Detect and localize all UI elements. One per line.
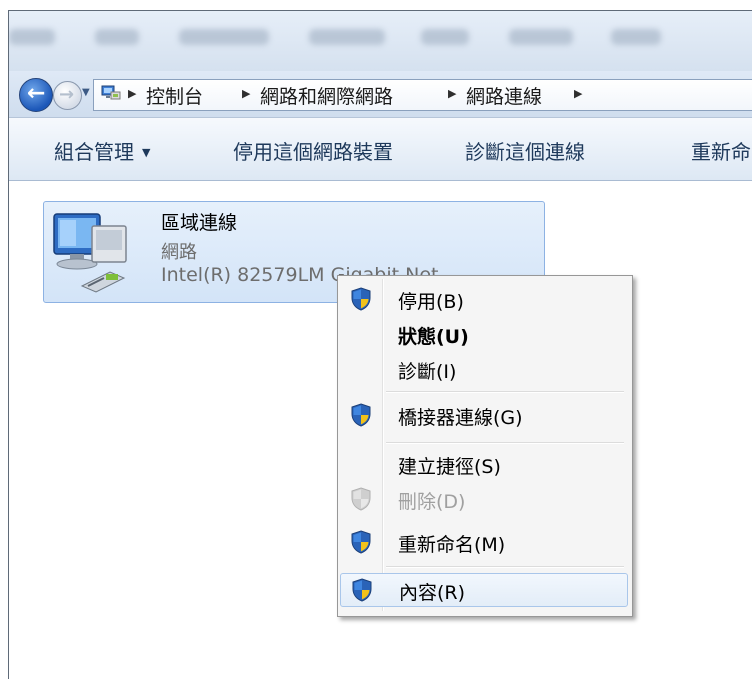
organize-button[interactable]: 組合管理 ▼ <box>54 136 150 165</box>
menu-item-bridge-connections[interactable]: 橋接器連線(G) <box>340 399 628 431</box>
menu-item-label: 刪除(D) <box>398 491 466 513</box>
forward-arrow-icon: → <box>59 84 75 105</box>
menu-item-label: 停用(B) <box>398 291 464 313</box>
diagnose-button[interactable]: 診斷這個連線 <box>465 136 585 165</box>
breadcrumb-separator-icon[interactable]: ▶ <box>242 87 250 100</box>
forward-button[interactable]: → <box>53 81 82 110</box>
menu-separator <box>386 442 624 444</box>
network-adapter-icon <box>53 213 127 293</box>
breadcrumb-network-connections[interactable]: 網路連線 <box>466 82 542 109</box>
address-bar[interactable]: ▶ 控制台 ▶ 網路和網際網路 ▶ 網路連線 ▶ <box>93 79 752 111</box>
breadcrumb-control-panel[interactable]: 控制台 <box>146 82 203 109</box>
menu-item-rename[interactable]: 重新命名(M) <box>340 526 628 558</box>
menu-item-label: 橋接器連線(G) <box>398 407 523 429</box>
menu-item-status[interactable]: 狀態(U) <box>340 318 628 350</box>
breadcrumb-network-internet[interactable]: 網路和網際網路 <box>260 82 393 109</box>
recent-pages-dropdown[interactable]: ▼ <box>82 88 92 98</box>
breadcrumb-separator-icon[interactable]: ▶ <box>574 87 582 100</box>
network-connections-icon <box>101 85 121 100</box>
menu-item-label: 診斷(I) <box>398 361 457 383</box>
menu-item-diagnose[interactable]: 診斷(I) <box>340 353 628 385</box>
uac-shield-icon <box>351 530 371 554</box>
blurred-menu-bar <box>9 11 752 71</box>
menu-item-properties[interactable]: 內容(R) <box>340 573 628 607</box>
navigation-bar: ← → ▼ ▶ 控制台 ▶ 網路和網際網路 ▶ 網路連線 ▶ <box>9 71 752 118</box>
menu-item-disable[interactable]: 停用(B) <box>340 283 628 315</box>
breadcrumb-separator-icon[interactable]: ▶ <box>128 87 136 100</box>
uac-shield-icon <box>351 287 371 311</box>
menu-separator <box>386 391 624 393</box>
back-arrow-icon: ← <box>27 81 46 106</box>
menu-separator <box>386 566 624 568</box>
command-bar: 組合管理 ▼ 停用這個網路裝置 診斷這個連線 重新命 <box>9 118 752 181</box>
uac-shield-icon <box>351 487 371 511</box>
menu-item-delete: 刪除(D) <box>340 483 628 515</box>
uac-shield-icon <box>352 578 372 602</box>
menu-item-label: 建立捷徑(S) <box>398 456 501 478</box>
back-button[interactable]: ← <box>19 78 53 112</box>
connection-name: 區域連線 <box>161 212 238 234</box>
context-menu: 停用(B) 狀態(U) 診斷(I) 橋接器連線(G) 建立捷徑(S) 刪除(D)… <box>337 275 633 617</box>
disable-device-button[interactable]: 停用這個網路裝置 <box>233 136 393 165</box>
menu-item-label: 狀態(U) <box>398 326 469 348</box>
organize-label: 組合管理 <box>54 140 134 164</box>
menu-item-label: 內容(R) <box>399 582 466 604</box>
rename-button[interactable]: 重新命 <box>691 136 751 165</box>
connection-type: 網路 <box>161 242 197 263</box>
uac-shield-icon <box>351 403 371 427</box>
menu-item-label: 重新命名(M) <box>398 534 506 556</box>
breadcrumb-separator-icon[interactable]: ▶ <box>448 87 456 100</box>
menu-item-create-shortcut[interactable]: 建立捷徑(S) <box>340 448 628 480</box>
chevron-down-icon: ▼ <box>142 146 151 159</box>
